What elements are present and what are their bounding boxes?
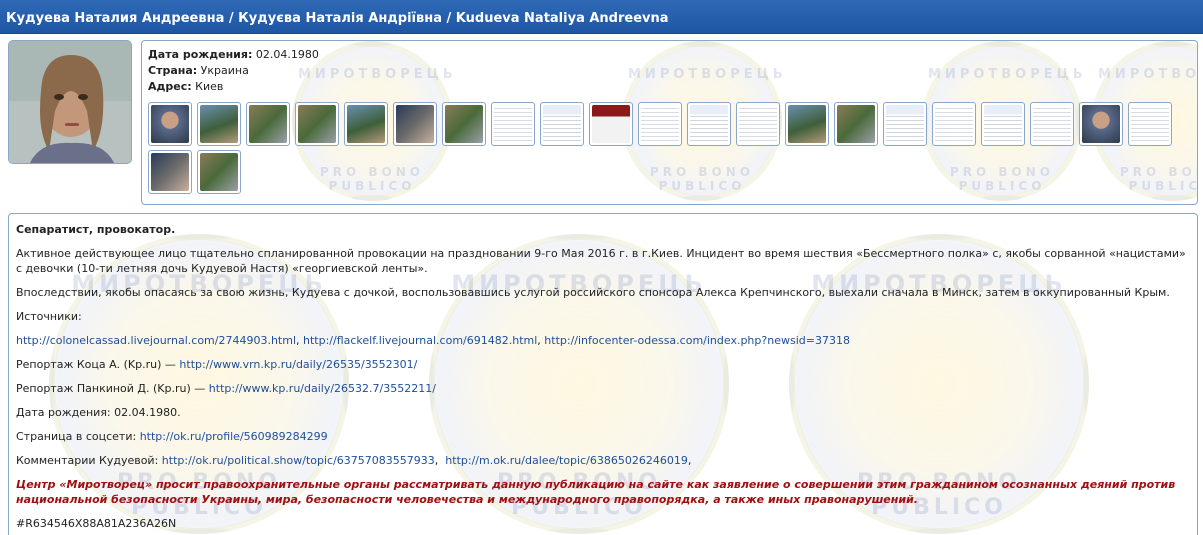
- thumbnail-image: [494, 105, 532, 143]
- gallery-thumbnail[interactable]: [148, 150, 192, 194]
- gallery-thumbnail[interactable]: [785, 102, 829, 146]
- birth-date-label: Дата рождения:: [148, 48, 253, 61]
- thumbnail-image: [886, 105, 924, 143]
- thumbnail-image: [1131, 105, 1169, 143]
- gallery-thumbnail[interactable]: [589, 102, 633, 146]
- social-line: Страница в соцсети: http://ok.ru/profile…: [16, 429, 1188, 444]
- birth-date-value: 02.04.1980: [255, 48, 319, 61]
- gallery-thumbnail[interactable]: [883, 102, 927, 146]
- profile-fields: Дата рождения: 02.04.1980 Страна: Украин…: [148, 47, 319, 95]
- description-text: Сепаратист, провокатор. Активное действу…: [16, 222, 1188, 535]
- description-paragraph: Впоследствии, якобы опасаясь за свою жиз…: [16, 286, 1170, 299]
- country-row: Страна: Украина: [148, 63, 319, 79]
- gallery-thumbnail[interactable]: [1128, 102, 1172, 146]
- thumbnail-image: [200, 105, 238, 143]
- gallery-thumbnail[interactable]: [981, 102, 1025, 146]
- country-label: Страна:: [148, 64, 198, 77]
- social-link[interactable]: http://ok.ru/profile/560989284299: [140, 430, 328, 443]
- thumbnail-image: [151, 153, 189, 191]
- report-link[interactable]: http://www.kp.ru/daily/26532.7/3552211/: [209, 382, 436, 395]
- report-link[interactable]: http://www.vrn.kp.ru/daily/26535/3552301…: [179, 358, 417, 371]
- thumbnail-image: [592, 105, 630, 143]
- birth-date-line: Дата рождения: 02.04.1980.: [16, 406, 181, 419]
- report-label: Репортаж Коца А. (Kp.ru) —: [16, 358, 180, 371]
- thumbnail-image: [445, 105, 483, 143]
- thumbnail-image: [347, 105, 385, 143]
- description-heading: Сепаратист, провокатор.: [16, 223, 176, 236]
- comments-line: Комментарии Кудуевой: http://ok.ru/polit…: [16, 454, 692, 467]
- source-link[interactable]: http://colonelcassad.livejournal.com/274…: [16, 334, 296, 347]
- gallery-thumbnail[interactable]: [736, 102, 780, 146]
- social-label: Страница в соцсети:: [16, 430, 140, 443]
- gallery-thumbnail[interactable]: [932, 102, 976, 146]
- gallery-thumbnail[interactable]: [295, 102, 339, 146]
- thumbnail-image: [641, 105, 679, 143]
- record-hash: #R634546X88A81A236A26N: [16, 517, 177, 530]
- description-paragraph: Активное действующее лицо тщательно спла…: [16, 247, 1186, 275]
- thumbnail-image: [690, 105, 728, 143]
- portrait-image: [9, 41, 131, 163]
- thumbnail-image: [935, 105, 973, 143]
- gallery-thumbnail[interactable]: [540, 102, 584, 146]
- source-link[interactable]: http://infocenter-odessa.com/index.php?n…: [544, 334, 850, 347]
- gallery-thumbnail[interactable]: [1030, 102, 1074, 146]
- comments-label: Комментарии Кудуевой:: [16, 454, 162, 467]
- gallery-thumbnail[interactable]: [442, 102, 486, 146]
- report-line: Репортаж Панкиной Д. (Kp.ru) — http://ww…: [16, 381, 1188, 396]
- sources-label: Источники:: [16, 310, 82, 323]
- gallery-thumbnail[interactable]: [197, 150, 241, 194]
- thumbnail-image: [1033, 105, 1071, 143]
- photo-gallery: [148, 102, 1196, 194]
- gallery-thumbnail[interactable]: [393, 102, 437, 146]
- thumbnail-image: [788, 105, 826, 143]
- thumbnail-image: [298, 105, 336, 143]
- birth-date-row: Дата рождения: 02.04.1980: [148, 47, 319, 63]
- thumbnail-image: [739, 105, 777, 143]
- gallery-thumbnail[interactable]: [834, 102, 878, 146]
- gallery-thumbnail[interactable]: [148, 102, 192, 146]
- gallery-thumbnail[interactable]: [491, 102, 535, 146]
- address-value: Киев: [195, 80, 224, 93]
- thumbnail-image: [984, 105, 1022, 143]
- thumbnail-image: [837, 105, 875, 143]
- profile-info-panel: МИРОТВОРЕЦЬ PRO BONO PUBLICO МИРОТВОРЕЦЬ…: [141, 40, 1198, 205]
- address-label: Адрес:: [148, 80, 192, 93]
- country-value: Украина: [200, 64, 249, 77]
- report-label: Репортаж Панкиной Д. (Kp.ru) —: [16, 382, 209, 395]
- report-line: Репортаж Коца А. (Kp.ru) — http://www.vr…: [16, 357, 1188, 372]
- gallery-thumbnail[interactable]: [197, 102, 241, 146]
- page-title: Кудуева Наталия Андреевна / Кудуєва Ната…: [0, 0, 1203, 34]
- gallery-thumbnail[interactable]: [246, 102, 290, 146]
- thumbnail-image: [151, 105, 189, 143]
- thumbnail-image: [396, 105, 434, 143]
- comments-link[interactable]: http://m.ok.ru/dalee/topic/6386502624601…: [445, 454, 688, 467]
- description-panel: МИРОТВОРЕЦЬ PRO BONO PUBLICO МИРОТВОРЕЦЬ…: [8, 213, 1198, 535]
- source-link[interactable]: http://flackelf.livejournal.com/691482.h…: [303, 334, 537, 347]
- comments-link[interactable]: http://ok.ru/political.show/topic/637570…: [162, 454, 435, 467]
- gallery-thumbnail[interactable]: [638, 102, 682, 146]
- thumbnail-image: [249, 105, 287, 143]
- sources-links: http://colonelcassad.livejournal.com/274…: [16, 334, 850, 347]
- thumbnail-image: [543, 105, 581, 143]
- gallery-thumbnail[interactable]: [344, 102, 388, 146]
- gallery-thumbnail[interactable]: [1079, 102, 1123, 146]
- legal-warning: Центр «Миротворец» просит правоохранител…: [16, 478, 1176, 506]
- thumbnail-image: [1082, 105, 1120, 143]
- gallery-thumbnail[interactable]: [687, 102, 731, 146]
- address-row: Адрес: Киев: [148, 79, 319, 95]
- thumbnail-image: [200, 153, 238, 191]
- profile-photo[interactable]: [8, 40, 132, 164]
